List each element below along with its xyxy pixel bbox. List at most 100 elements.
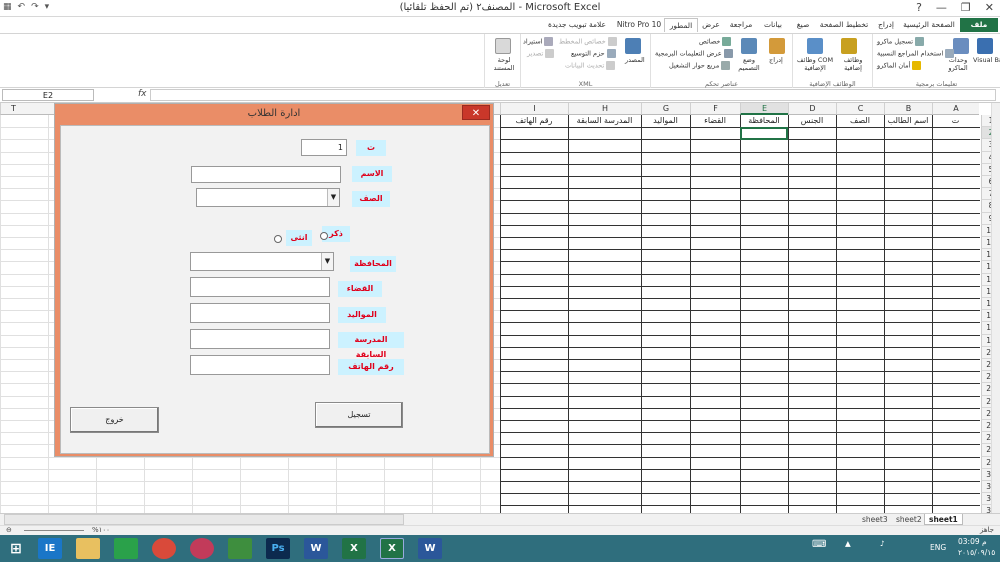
volume-icon[interactable]: ♪ bbox=[880, 539, 885, 548]
register-button[interactable]: تسجيل bbox=[315, 402, 403, 428]
view-code-button[interactable]: عرض التعليمات البرمجية bbox=[655, 49, 733, 58]
column-header-H[interactable]: H bbox=[568, 103, 641, 115]
prev-school-field[interactable] bbox=[190, 329, 330, 349]
column-header-E[interactable]: E bbox=[740, 103, 788, 115]
customize-qat-icon[interactable]: ▾ bbox=[45, 2, 50, 12]
header-cell[interactable]: الجنس bbox=[788, 115, 836, 127]
language-indicator[interactable]: ENG bbox=[930, 543, 946, 552]
redo-icon[interactable]: ↷ bbox=[31, 2, 39, 12]
photoshop-icon[interactable]: Ps bbox=[266, 538, 290, 559]
store-icon[interactable] bbox=[114, 538, 138, 559]
selected-cell[interactable] bbox=[740, 127, 788, 141]
map-properties-button[interactable]: خصائص المخطط bbox=[559, 37, 617, 46]
minimize-button[interactable]: — bbox=[936, 1, 947, 14]
network-icon[interactable]: ▲ bbox=[845, 539, 851, 548]
header-cell[interactable]: ت bbox=[932, 115, 979, 127]
column-header-I[interactable]: I bbox=[500, 103, 568, 115]
word-icon-2[interactable]: W bbox=[418, 538, 442, 559]
macro-security-button[interactable]: أمان الماكرو bbox=[877, 61, 922, 70]
tab-formulas[interactable]: صيغ bbox=[790, 18, 816, 32]
import-button[interactable]: استيراد bbox=[523, 37, 554, 46]
tab-page-layout[interactable]: تخطيط الصفحة bbox=[818, 18, 870, 32]
header-cell[interactable]: القضاء bbox=[690, 115, 740, 127]
tab-data[interactable]: بيانات bbox=[758, 18, 788, 32]
header-cell[interactable]: الصف bbox=[836, 115, 884, 127]
save-icon[interactable]: ▦ bbox=[3, 2, 12, 12]
header-cell[interactable]: المواليد bbox=[641, 115, 690, 127]
serial-field[interactable]: 1 bbox=[301, 139, 347, 156]
column-header-B[interactable]: B bbox=[884, 103, 932, 115]
zoom-level[interactable]: %١٠٠ bbox=[92, 526, 110, 534]
word-icon[interactable]: W bbox=[304, 538, 328, 559]
relative-refs-button[interactable]: استخدام المراجع النسبية bbox=[877, 49, 955, 58]
insert-control-button[interactable]: إدراج bbox=[769, 56, 783, 64]
file-explorer-icon[interactable] bbox=[76, 538, 100, 559]
export-button[interactable]: تصدير bbox=[527, 49, 555, 58]
vertical-scrollbar[interactable] bbox=[991, 103, 1000, 513]
chrome-icon[interactable] bbox=[152, 538, 176, 559]
keyboard-icon[interactable]: ⌨ bbox=[812, 539, 826, 550]
addins-button[interactable]: وظائف إضافية bbox=[835, 56, 871, 72]
name-field[interactable] bbox=[191, 166, 341, 183]
column-header-D[interactable]: D bbox=[788, 103, 836, 115]
horizontal-scrollbar[interactable] bbox=[4, 514, 404, 525]
clock-date[interactable]: ٢٠١٥/٠٩/١٥ bbox=[958, 548, 995, 557]
header-cell[interactable]: رقم الهاتف bbox=[500, 115, 568, 127]
district-field[interactable] bbox=[190, 277, 330, 297]
exit-button[interactable]: خروج bbox=[70, 407, 159, 433]
properties-button[interactable]: خصائص bbox=[699, 37, 732, 46]
tab-developer[interactable]: المطور bbox=[664, 18, 698, 32]
column-header-G[interactable]: G bbox=[641, 103, 690, 115]
run-dialog-button[interactable]: مربع حوار التشغيل bbox=[669, 61, 731, 70]
dialog-close-button[interactable]: ✕ bbox=[462, 105, 490, 120]
tab-nitro[interactable]: Nitro Pro 10 bbox=[616, 18, 662, 32]
column-header-A[interactable]: A bbox=[932, 103, 979, 115]
tab-view[interactable]: عرض bbox=[698, 18, 724, 32]
tab-review[interactable]: مراجعة bbox=[724, 18, 758, 32]
sheet-tab-sheet2[interactable]: sheet2 bbox=[892, 514, 926, 525]
zoom-slider[interactable] bbox=[24, 530, 84, 531]
column-header-C[interactable]: C bbox=[836, 103, 884, 115]
header-cell[interactable]: اسم الطالب bbox=[884, 115, 932, 127]
fx-icon[interactable]: fx bbox=[138, 89, 147, 99]
tab-home[interactable]: الصفحة الرئيسية bbox=[900, 18, 958, 32]
clock-time[interactable]: 03:09 م bbox=[958, 537, 987, 546]
calculator-icon[interactable] bbox=[228, 538, 252, 559]
tab-new-tab[interactable]: علامة تبويب جديدة bbox=[540, 18, 614, 32]
macros-button[interactable]: وحدات الماكرو bbox=[943, 56, 973, 72]
excel-icon[interactable]: X bbox=[342, 538, 366, 559]
start-icon[interactable]: ⊞ bbox=[4, 538, 28, 559]
sheet-tab-sheet1[interactable]: sheet1 bbox=[924, 514, 963, 525]
help-icon[interactable]: ? bbox=[916, 1, 922, 14]
sheet-tab-sheet3[interactable]: sheet3 bbox=[858, 514, 892, 525]
opera-icon[interactable] bbox=[190, 538, 214, 559]
visual-basic-button[interactable]: Visual Basic bbox=[973, 56, 1000, 64]
ie-icon[interactable]: IE bbox=[38, 538, 62, 559]
expansion-packs-button[interactable]: حزم التوسيع bbox=[571, 49, 616, 58]
refresh-data-button[interactable]: تحديث البيانات bbox=[565, 61, 616, 70]
birth-field[interactable] bbox=[190, 303, 330, 323]
female-radio[interactable] bbox=[274, 235, 282, 243]
xml-source-button[interactable]: المصدر bbox=[625, 56, 645, 64]
design-mode-button[interactable]: وضع التصميم bbox=[735, 56, 763, 72]
class-dropdown[interactable]: ▼ bbox=[196, 188, 340, 207]
com-addins-button[interactable]: وظائف COM الإضافية bbox=[795, 56, 835, 72]
phone-field[interactable] bbox=[190, 355, 330, 375]
map-properties-icon bbox=[607, 37, 617, 46]
zoom-out-icon[interactable]: ⊖ bbox=[6, 526, 12, 534]
excel-active-icon[interactable]: X bbox=[380, 538, 404, 559]
column-header-F[interactable]: F bbox=[690, 103, 740, 115]
close-button[interactable]: ✕ bbox=[985, 1, 994, 14]
governorate-dropdown[interactable]: ▼ bbox=[190, 252, 334, 271]
record-macro-button[interactable]: تسجيل ماكرو bbox=[877, 37, 925, 46]
male-radio[interactable] bbox=[320, 232, 328, 240]
name-box[interactable]: E2 bbox=[2, 89, 94, 101]
formula-input[interactable] bbox=[150, 89, 996, 101]
tab-insert[interactable]: إدراج bbox=[872, 18, 900, 32]
tab-file[interactable]: ملف bbox=[960, 18, 998, 32]
header-cell[interactable]: المحافظة bbox=[740, 115, 788, 127]
restore-button[interactable]: ❐ bbox=[961, 1, 971, 14]
document-panel-button[interactable]: لوحة المستند bbox=[489, 56, 519, 72]
undo-icon[interactable]: ↶ bbox=[18, 2, 26, 12]
header-cell[interactable]: المدرسة السابقة bbox=[568, 115, 641, 127]
